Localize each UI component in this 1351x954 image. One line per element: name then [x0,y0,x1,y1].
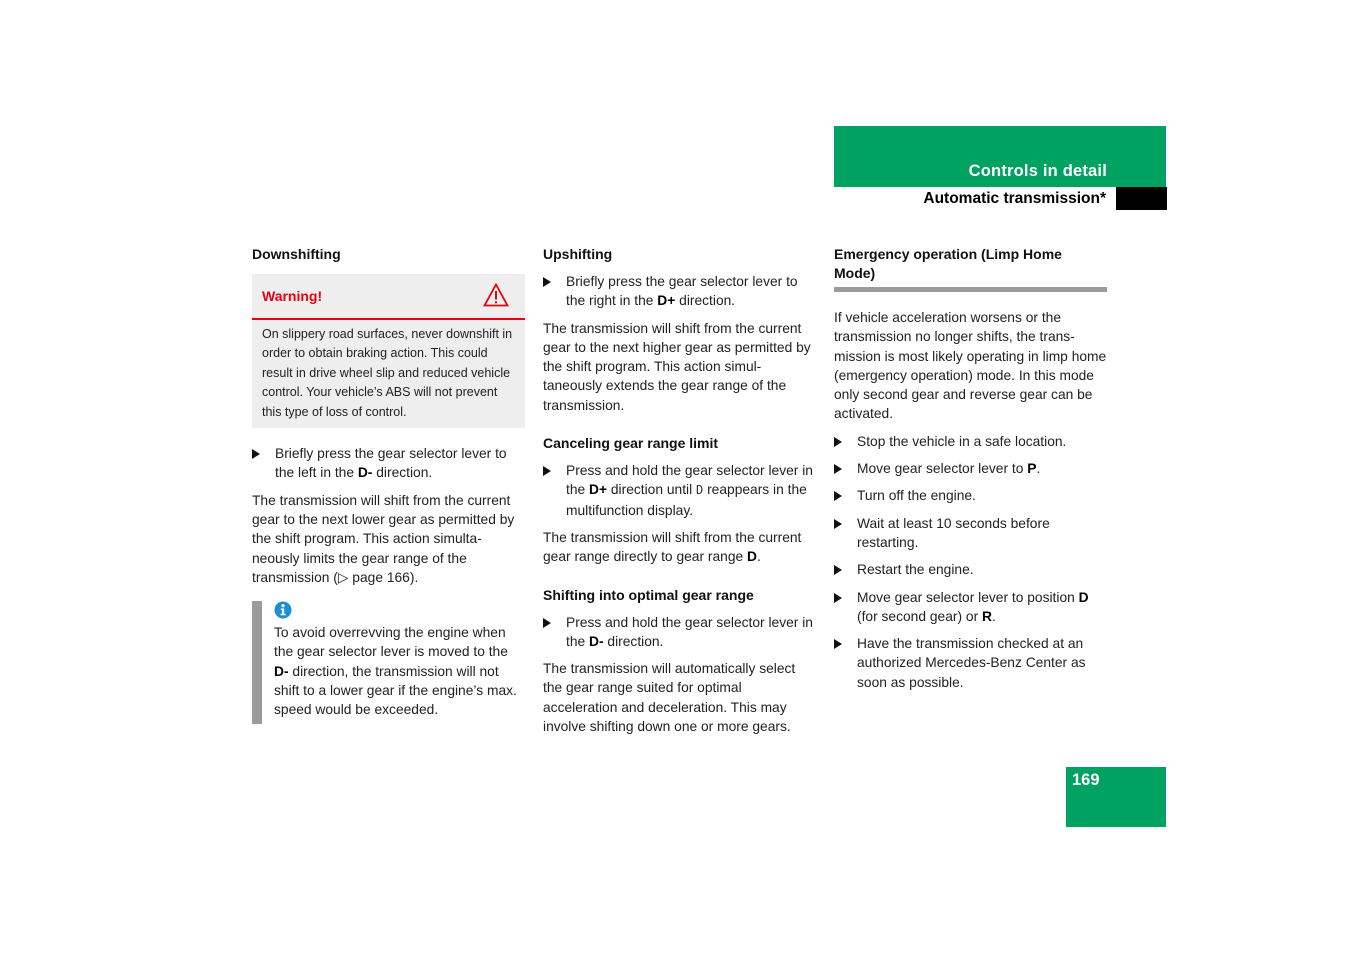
instruction-step: Wait at least 10 seconds before restarti… [834,514,1107,553]
heading-canceling-gear-range-limit: Canceling gear range limit [543,435,719,452]
info-text: To avoid overrevving the engine when the… [274,625,508,660]
info-text: direction, the transmission will not shi… [274,663,517,718]
step-text: . [991,608,996,624]
warning-title: Warning! [262,288,323,304]
instruction-step: Briefly press the gear selector lever to… [252,444,525,483]
instruction-step: Have the transmission checked at an auth… [834,634,1107,692]
column-upshifting: Upshifting Briefly press the gear select… [543,245,818,744]
para-text: . [756,549,761,565]
section-tab-marker [1116,187,1167,210]
step-text: direction until [607,482,697,498]
step-text: (for second gear) or [857,608,982,624]
bullet-arrow-icon [252,449,260,460]
step-text: direction. [603,633,664,649]
warning-text: On slippery road surfaces, never downshi… [262,327,513,419]
warning-header: Warning! [252,274,525,320]
heading-upshifting: Upshifting [543,246,613,262]
column-emergency-operation: Emergency operation (Limp Home Mode) If … [834,245,1107,700]
column-downshifting: Downshifting Warning! On slippery road s… [252,245,525,724]
step-text: Restart the engine. [857,562,974,578]
instruction-step: Move gear selector lever to position D (… [834,588,1107,627]
step-text: direction. [372,465,433,481]
bullet-arrow-icon [834,436,842,447]
bullet-arrow-icon [543,277,551,287]
warning-box: Warning! On slippery road surfaces, neve… [252,274,525,429]
step-text: Stop the vehicle in a safe location. [857,433,1067,449]
step-bold: R [982,608,992,624]
step-text: Wait at least 10 seconds before restarti… [857,515,1050,550]
heading-optimal-gear-range: Shifting into optimal gear range [543,586,754,603]
optimal-description: The transmission will automatically sele… [543,661,796,735]
step-text: . [1036,461,1041,477]
step-text: Move gear selector lever to position [857,589,1079,605]
bullet-arrow-icon [543,466,551,477]
emergency-intro: If vehicle acceleration worsens or the t… [834,310,1107,422]
info-note: To avoid overrevving the engine when the… [252,601,525,724]
instruction-step: Move gear selector lever to P. [834,459,1107,478]
instruction-step: Stop the vehicle in a safe location. [834,432,1107,451]
step-bold: D+ [589,482,608,498]
section-header-bar: Controls in detail [834,126,1166,187]
step-text: Have the transmission checked at an auth… [857,636,1086,690]
step-bold: D [1078,589,1089,605]
heading-downshifting: Downshifting [252,246,341,262]
page-subtitle: Automatic transmission* [923,190,1106,207]
section-title: Controls in detail [968,162,1107,180]
step-bold: D+ [657,293,676,309]
para-text: The transmission will shift from the cur… [543,529,802,565]
heading-emergency-operation: Emergency operation (Limp Home Mode) [834,246,1062,281]
bullet-arrow-icon [834,491,842,502]
heading-rule [834,287,1107,292]
instruction-step: Press and hold the gear selector lever i… [543,613,818,652]
step-bold: D- [357,465,373,481]
info-sidebar [252,601,262,724]
instruction-step: Press and hold the gear selector lever i… [543,461,818,520]
bullet-arrow-icon [834,592,842,603]
cancel-description: The transmission will shift from the cur… [543,528,818,567]
step-bold: D- [589,633,604,649]
bullet-arrow-icon [834,518,842,529]
para-bold: D [747,549,757,565]
warning-triangle-icon [483,283,509,307]
info-bold: D- [274,663,289,679]
instruction-step: Restart the engine. [834,560,1107,579]
downshift-description: The transmission will shift from the cur… [252,492,515,585]
step-text: Move gear selector lever to [857,461,1028,477]
step-text: Turn off the engine. [857,488,976,504]
upshift-description: The transmission will shift from the cur… [543,320,811,413]
instruction-step: Turn off the engine. [834,486,1107,505]
step-text: direction. [675,293,736,309]
bullet-arrow-icon [834,565,842,576]
page-number-box: 169 [1066,767,1166,827]
bullet-arrow-icon [834,464,842,475]
info-icon [274,601,292,619]
page-number: 169 [1072,771,1100,789]
instruction-step: Briefly press the gear selector lever to… [543,272,818,311]
bullet-arrow-icon [834,639,842,650]
bullet-arrow-icon [543,617,551,628]
